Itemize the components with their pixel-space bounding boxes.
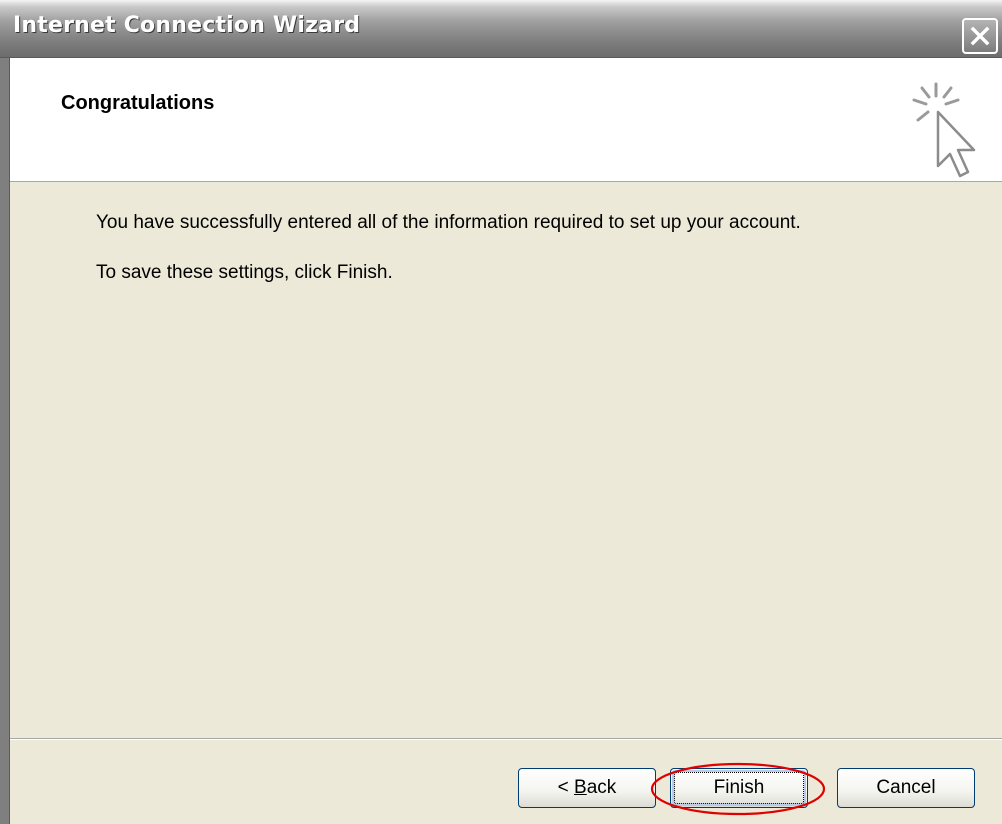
wizard-header: Congratulations — [10, 58, 1002, 182]
wizard-window: Internet Connection Wizard Congratulatio… — [0, 0, 1002, 824]
window-frame-left — [0, 58, 10, 824]
close-icon — [970, 26, 990, 46]
page-title: Congratulations — [61, 92, 215, 114]
title-bar[interactable]: Internet Connection Wizard — [0, 0, 1002, 58]
success-message: You have successfully entered all of the… — [96, 212, 801, 233]
back-label: < Back — [557, 777, 617, 798]
wizard-content: You have successfully entered all of the… — [10, 182, 1002, 738]
footer-divider — [10, 738, 1002, 740]
cancel-label: Cancel — [876, 777, 936, 798]
back-button[interactable]: < Back — [518, 768, 656, 808]
cancel-button[interactable]: Cancel — [837, 768, 975, 808]
window-title: Internet Connection Wizard — [13, 13, 361, 38]
highlight-annotation-ellipse — [650, 762, 826, 816]
close-button[interactable] — [962, 18, 998, 54]
instruction-message: To save these settings, click Finish. — [96, 262, 393, 283]
wizard-cursor-sparkle-icon — [912, 82, 976, 178]
